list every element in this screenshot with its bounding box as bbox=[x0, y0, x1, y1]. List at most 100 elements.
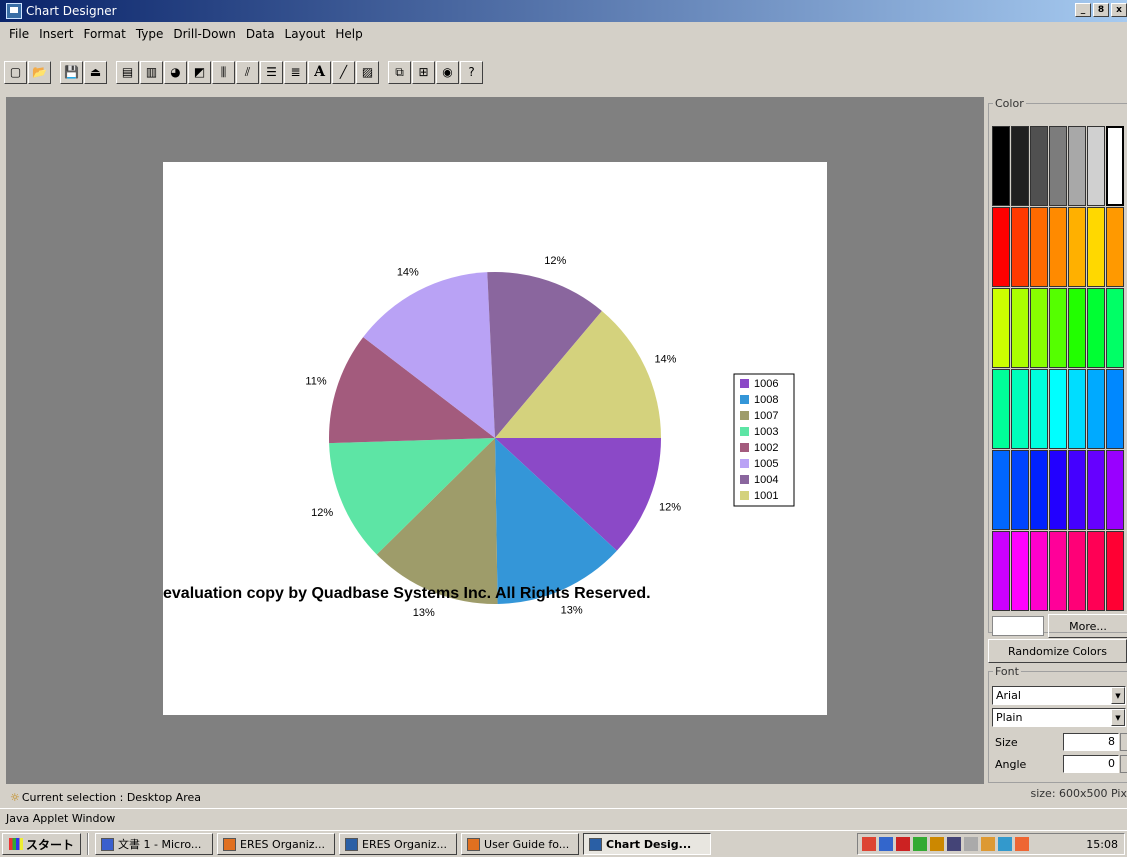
color-swatch[interactable] bbox=[992, 207, 1010, 287]
color-swatch[interactable] bbox=[992, 126, 1010, 206]
color-swatch[interactable] bbox=[1087, 450, 1105, 530]
tray-icon[interactable] bbox=[913, 837, 927, 851]
menu-file[interactable]: File bbox=[4, 27, 34, 41]
menu-type[interactable]: Type bbox=[131, 27, 169, 41]
color-swatch[interactable] bbox=[1049, 288, 1067, 368]
color-swatch[interactable] bbox=[1068, 531, 1086, 611]
color-swatch[interactable] bbox=[1030, 288, 1048, 368]
color-swatch[interactable] bbox=[1011, 531, 1029, 611]
font-family-select[interactable]: Arial ▼ bbox=[992, 686, 1126, 705]
pie-chart[interactable]: 12% 13% 13% 12% 11% 14% 12% 14% 1006 1008 1007 1003… bbox=[163, 162, 827, 715]
tray-icon[interactable] bbox=[930, 837, 944, 851]
size-spinner[interactable] bbox=[1120, 733, 1127, 751]
color-swatch[interactable] bbox=[1049, 207, 1067, 287]
color-swatch[interactable] bbox=[1106, 288, 1124, 368]
color-swatch[interactable] bbox=[1030, 450, 1048, 530]
color-swatch[interactable] bbox=[1068, 288, 1086, 368]
taskbar-task-button[interactable]: User Guide fo... bbox=[461, 833, 580, 855]
color-swatch[interactable] bbox=[992, 288, 1010, 368]
help-icon[interactable]: ? bbox=[460, 60, 483, 84]
close-button[interactable]: x bbox=[1111, 3, 1127, 17]
list-icon[interactable]: ≣ bbox=[284, 60, 307, 84]
tray-icon[interactable] bbox=[879, 837, 893, 851]
color-swatch[interactable] bbox=[1068, 450, 1086, 530]
image-tool-icon[interactable]: ▨ bbox=[356, 60, 379, 84]
area-chart-icon[interactable]: ◩ bbox=[188, 60, 211, 84]
more-colors-button[interactable]: More... bbox=[1048, 614, 1127, 638]
randomize-colors-button[interactable]: Randomize Colors bbox=[988, 639, 1127, 663]
color-swatch[interactable] bbox=[1049, 450, 1067, 530]
taskbar-task-button[interactable]: ERES Organiz... bbox=[339, 833, 458, 855]
new-icon[interactable]: ▢ bbox=[4, 60, 27, 84]
tray-icon[interactable] bbox=[1015, 837, 1029, 851]
color-swatch[interactable] bbox=[1068, 207, 1086, 287]
font-size-field[interactable]: 8 bbox=[1063, 733, 1119, 751]
axis-scale-icon[interactable]: ⫼ bbox=[212, 60, 235, 84]
color-swatch[interactable] bbox=[1106, 369, 1124, 449]
chevron-down-icon[interactable]: ▼ bbox=[1111, 687, 1125, 704]
tray-icon[interactable] bbox=[981, 837, 995, 851]
taskbar-task-button[interactable]: ERES Organiz... bbox=[217, 833, 336, 855]
angle-spinner[interactable] bbox=[1120, 755, 1127, 773]
bar-chart-icon[interactable]: ▥ bbox=[140, 60, 163, 84]
tray-icon[interactable] bbox=[862, 837, 876, 851]
menu-insert[interactable]: Insert bbox=[34, 27, 78, 41]
color-swatch[interactable] bbox=[1011, 288, 1029, 368]
color-swatch[interactable] bbox=[992, 369, 1010, 449]
color-swatch[interactable] bbox=[1049, 126, 1067, 206]
chart-canvas[interactable]: 12% 13% 13% 12% 11% 14% 12% 14% 1006 1008 1007 1003… bbox=[163, 162, 827, 715]
menu-help[interactable]: Help bbox=[330, 27, 367, 41]
tray-icon[interactable] bbox=[947, 837, 961, 851]
color-swatch[interactable] bbox=[1087, 288, 1105, 368]
color-swatch[interactable] bbox=[1106, 207, 1124, 287]
menu-layout[interactable]: Layout bbox=[280, 27, 331, 41]
start-button[interactable]: スタート bbox=[2, 833, 82, 855]
minimize-button[interactable]: _ bbox=[1075, 3, 1091, 17]
color-swatch[interactable] bbox=[1011, 450, 1029, 530]
line-tool-icon[interactable]: ╱ bbox=[332, 60, 355, 84]
color-swatch[interactable] bbox=[1030, 126, 1048, 206]
open-icon[interactable]: 📂 bbox=[28, 60, 51, 84]
color-swatch[interactable] bbox=[1106, 450, 1124, 530]
color-swatch[interactable] bbox=[1049, 369, 1067, 449]
text-tool-icon[interactable]: A bbox=[308, 60, 331, 84]
color-swatch[interactable] bbox=[1087, 531, 1105, 611]
taskbar-task-button[interactable]: 文書 1 - Micro... bbox=[95, 833, 214, 855]
color-swatch[interactable] bbox=[1030, 207, 1048, 287]
color-swatch[interactable] bbox=[1087, 126, 1105, 206]
copy-icon[interactable]: ⧉ bbox=[388, 60, 411, 84]
font-style-select[interactable]: Plain ▼ bbox=[992, 708, 1126, 727]
color-swatch[interactable] bbox=[1087, 207, 1105, 287]
tray-icon[interactable] bbox=[896, 837, 910, 851]
axis-label-icon[interactable]: ⫽ bbox=[236, 60, 259, 84]
color-swatch[interactable] bbox=[1030, 531, 1048, 611]
color-swatch[interactable] bbox=[1011, 369, 1029, 449]
menu-drill-down[interactable]: Drill-Down bbox=[168, 27, 241, 41]
menu-format[interactable]: Format bbox=[79, 27, 131, 41]
color-swatch[interactable] bbox=[1011, 126, 1029, 206]
menu-data[interactable]: Data bbox=[241, 27, 280, 41]
angle-field[interactable]: 0 bbox=[1063, 755, 1119, 773]
tray-icon[interactable] bbox=[964, 837, 978, 851]
color-swatch[interactable] bbox=[1106, 126, 1124, 206]
paste-icon[interactable]: ⊞ bbox=[412, 60, 435, 84]
color-swatch[interactable] bbox=[1068, 126, 1086, 206]
color-swatch[interactable] bbox=[1030, 369, 1048, 449]
chevron-down-icon[interactable]: ▼ bbox=[1111, 709, 1125, 726]
color-swatch[interactable] bbox=[992, 450, 1010, 530]
pie-chart-icon[interactable]: ◕ bbox=[164, 60, 187, 84]
color-swatch[interactable] bbox=[1049, 531, 1067, 611]
save-icon[interactable]: 💾 bbox=[60, 60, 83, 84]
color-swatch[interactable] bbox=[1106, 531, 1124, 611]
chart-3d-icon[interactable]: ◉ bbox=[436, 60, 459, 84]
desktop-area[interactable]: 12% 13% 13% 12% 11% 14% 12% 14% 1006 1008 1007 1003… bbox=[6, 97, 984, 784]
color-swatch[interactable] bbox=[1068, 369, 1086, 449]
taskbar-task-button[interactable]: Chart Desig... bbox=[583, 833, 712, 855]
legend-icon[interactable]: ☰ bbox=[260, 60, 283, 84]
color-swatch[interactable] bbox=[992, 531, 1010, 611]
tray-icon[interactable] bbox=[998, 837, 1012, 851]
color-swatch[interactable] bbox=[1087, 369, 1105, 449]
color-swatch[interactable] bbox=[1011, 207, 1029, 287]
chart-type-icon[interactable]: ▤ bbox=[116, 60, 139, 84]
maximize-button[interactable]: 8 bbox=[1093, 3, 1109, 17]
